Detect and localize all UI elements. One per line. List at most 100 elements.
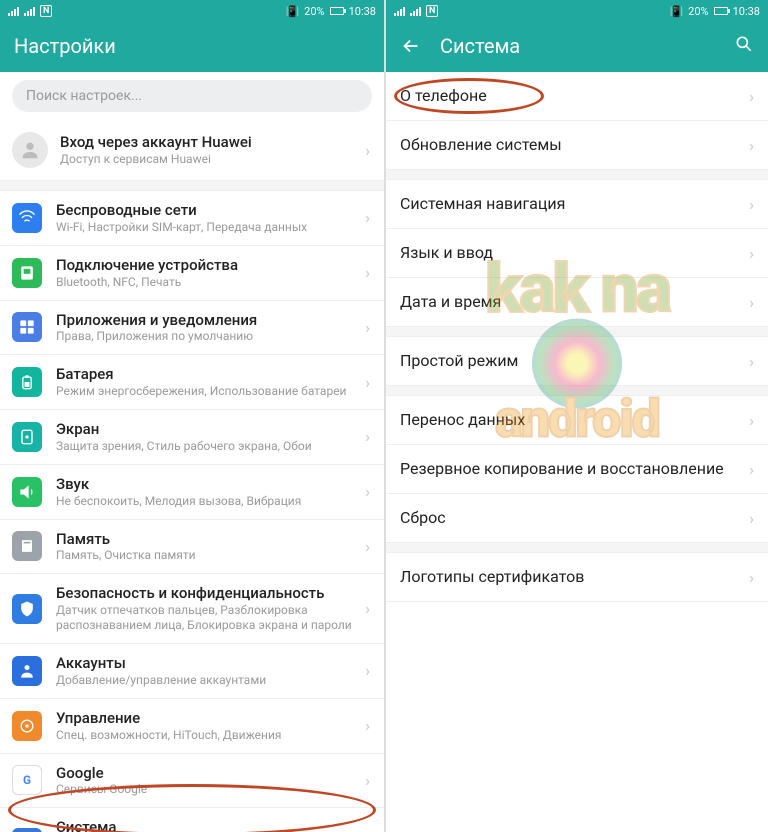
item-sub: Память, Очистка памяти <box>56 548 359 563</box>
vibrate-icon: 📳 <box>285 5 299 18</box>
item-title: Приложения и уведомления <box>56 311 359 330</box>
item-title: Перенос данных <box>400 410 743 430</box>
item-title: Экран <box>56 420 359 439</box>
item-sub: Wi-Fi, Настройки SIM-карт, Передача данн… <box>56 220 359 235</box>
system-item[interactable]: Язык и ввод › <box>386 229 768 278</box>
settings-item[interactable]: Память Память, Очистка памяти › <box>0 520 384 575</box>
gear-icon <box>12 828 42 832</box>
page-title: Система <box>440 34 716 58</box>
section-gap <box>386 386 768 396</box>
chevron-right-icon: › <box>749 568 754 587</box>
signal-icon <box>8 7 19 16</box>
item-title: Язык и ввод <box>400 243 743 263</box>
system-item[interactable]: Логотипы сертификатов › <box>386 553 768 602</box>
settings-item[interactable]: Батарея Режим энергосбережения, Использо… <box>0 355 384 410</box>
device-icon <box>12 258 42 288</box>
chevron-right-icon: › <box>365 771 370 790</box>
item-title: Обновление системы <box>400 135 743 155</box>
settings-item[interactable]: Аккаунты Добавление/управление аккаунтам… <box>0 644 384 699</box>
item-sub: Датчик отпечатков пальцев, Разблокировка… <box>56 603 359 633</box>
item-title: Простой режим <box>400 351 743 371</box>
battery-icon <box>12 367 42 397</box>
chevron-right-icon: › <box>365 716 370 735</box>
chevron-right-icon: › <box>749 195 754 214</box>
system-item[interactable]: Сброс › <box>386 494 768 543</box>
sound-icon <box>12 477 42 507</box>
item-sub: Не беспокоить, Мелодия вызова, Вибрация <box>56 494 359 509</box>
item-title: Система <box>56 818 359 832</box>
smart-icon <box>12 711 42 741</box>
system-item[interactable]: Перенос данных › <box>386 396 768 445</box>
item-sub: Спец. возможности, HiTouch, Движения <box>56 728 359 743</box>
chevron-right-icon: › <box>749 244 754 263</box>
item-title: Память <box>56 530 359 549</box>
item-sub: Режим энергосбережения, Использование ба… <box>56 384 359 399</box>
settings-item[interactable]: Управление Спец. возможности, HiTouch, Д… <box>0 699 384 754</box>
section-gap <box>0 181 384 191</box>
battery-pct: 20% <box>688 5 708 18</box>
item-title: Батарея <box>56 365 359 384</box>
search-row: Поиск настроек... <box>0 72 384 120</box>
chevron-right-icon: › <box>749 411 754 430</box>
system-screen: N 📳 20% 10:38 Система О телефоне ›Обновл… <box>384 0 768 832</box>
item-title: Управление <box>56 709 359 728</box>
item-title: Звук <box>56 475 359 494</box>
settings-item[interactable]: Беспроводные сети Wi-Fi, Настройки SIM-к… <box>0 191 384 246</box>
item-sub: Bluetooth, NFC, Печать <box>56 275 359 290</box>
account-row[interactable]: Вход через аккаунт Huawei Доступ к серви… <box>0 120 384 181</box>
item-title: Google <box>56 764 359 783</box>
settings-list: Вход через аккаунт Huawei Доступ к серви… <box>0 120 384 832</box>
wifi-icon <box>12 203 42 233</box>
section-gap <box>386 327 768 337</box>
status-bar: N 📳 20% 10:38 <box>386 0 768 22</box>
item-title: Резервное копирование и восстановление <box>400 459 743 479</box>
chevron-right-icon: › <box>365 661 370 680</box>
system-item[interactable]: Резервное копирование и восстановление › <box>386 445 768 494</box>
section-gap <box>386 543 768 553</box>
shield-icon <box>12 594 42 624</box>
back-button[interactable] <box>400 35 422 57</box>
storage-icon <box>12 531 42 561</box>
system-item[interactable]: Обновление системы › <box>386 121 768 170</box>
settings-item[interactable]: Звук Не беспокоить, Мелодия вызова, Вибр… <box>0 465 384 520</box>
battery-icon <box>330 7 344 15</box>
settings-item[interactable]: Подключение устройства Bluetooth, NFC, П… <box>0 246 384 301</box>
item-title: Сброс <box>400 508 743 528</box>
chevron-right-icon: › <box>365 373 370 392</box>
system-item[interactable]: О телефоне › <box>386 72 768 121</box>
system-item[interactable]: Системная навигация › <box>386 180 768 229</box>
chevron-right-icon: › <box>365 599 370 618</box>
item-title: О телефоне <box>400 86 743 106</box>
chevron-right-icon: › <box>749 509 754 528</box>
item-sub: Сервисы Google <box>56 782 359 797</box>
signal-icon-2 <box>410 7 421 16</box>
avatar-icon <box>12 132 48 168</box>
settings-item[interactable]: Система Системная навигация, Обновление … <box>0 808 384 832</box>
display-icon <box>12 422 42 452</box>
chevron-right-icon: › <box>749 352 754 371</box>
battery-icon <box>714 7 728 15</box>
nfc-icon: N <box>40 5 52 17</box>
item-title: Безопасность и конфиденциальность <box>56 584 359 603</box>
item-title: Подключение устройства <box>56 256 359 275</box>
settings-item[interactable]: G Google Сервисы Google › <box>0 754 384 809</box>
chevron-right-icon: › <box>365 537 370 556</box>
chevron-right-icon: › <box>749 136 754 155</box>
chevron-right-icon: › <box>365 427 370 446</box>
system-item[interactable]: Дата и время › <box>386 278 768 327</box>
system-item[interactable]: Простой режим › <box>386 337 768 386</box>
account-title: Вход через аккаунт Huawei <box>60 133 359 152</box>
nfc-icon: N <box>426 5 438 17</box>
item-title: Дата и время <box>400 292 743 312</box>
system-list: О телефоне ›Обновление системы ›Системна… <box>386 72 768 832</box>
status-bar: N 📳 20% 10:38 <box>0 0 384 22</box>
settings-item[interactable]: Безопасность и конфиденциальность Датчик… <box>0 574 384 644</box>
settings-item[interactable]: Экран Защита зрения, Стиль рабочего экра… <box>0 410 384 465</box>
search-input[interactable]: Поиск настроек... <box>12 80 372 112</box>
item-title: Беспроводные сети <box>56 201 359 220</box>
settings-item[interactable]: Приложения и уведомления Права, Приложен… <box>0 301 384 356</box>
settings-header: Настройки <box>0 22 384 72</box>
vibrate-icon: 📳 <box>669 5 683 18</box>
search-button[interactable] <box>734 34 754 58</box>
status-time: 10:38 <box>349 5 376 18</box>
